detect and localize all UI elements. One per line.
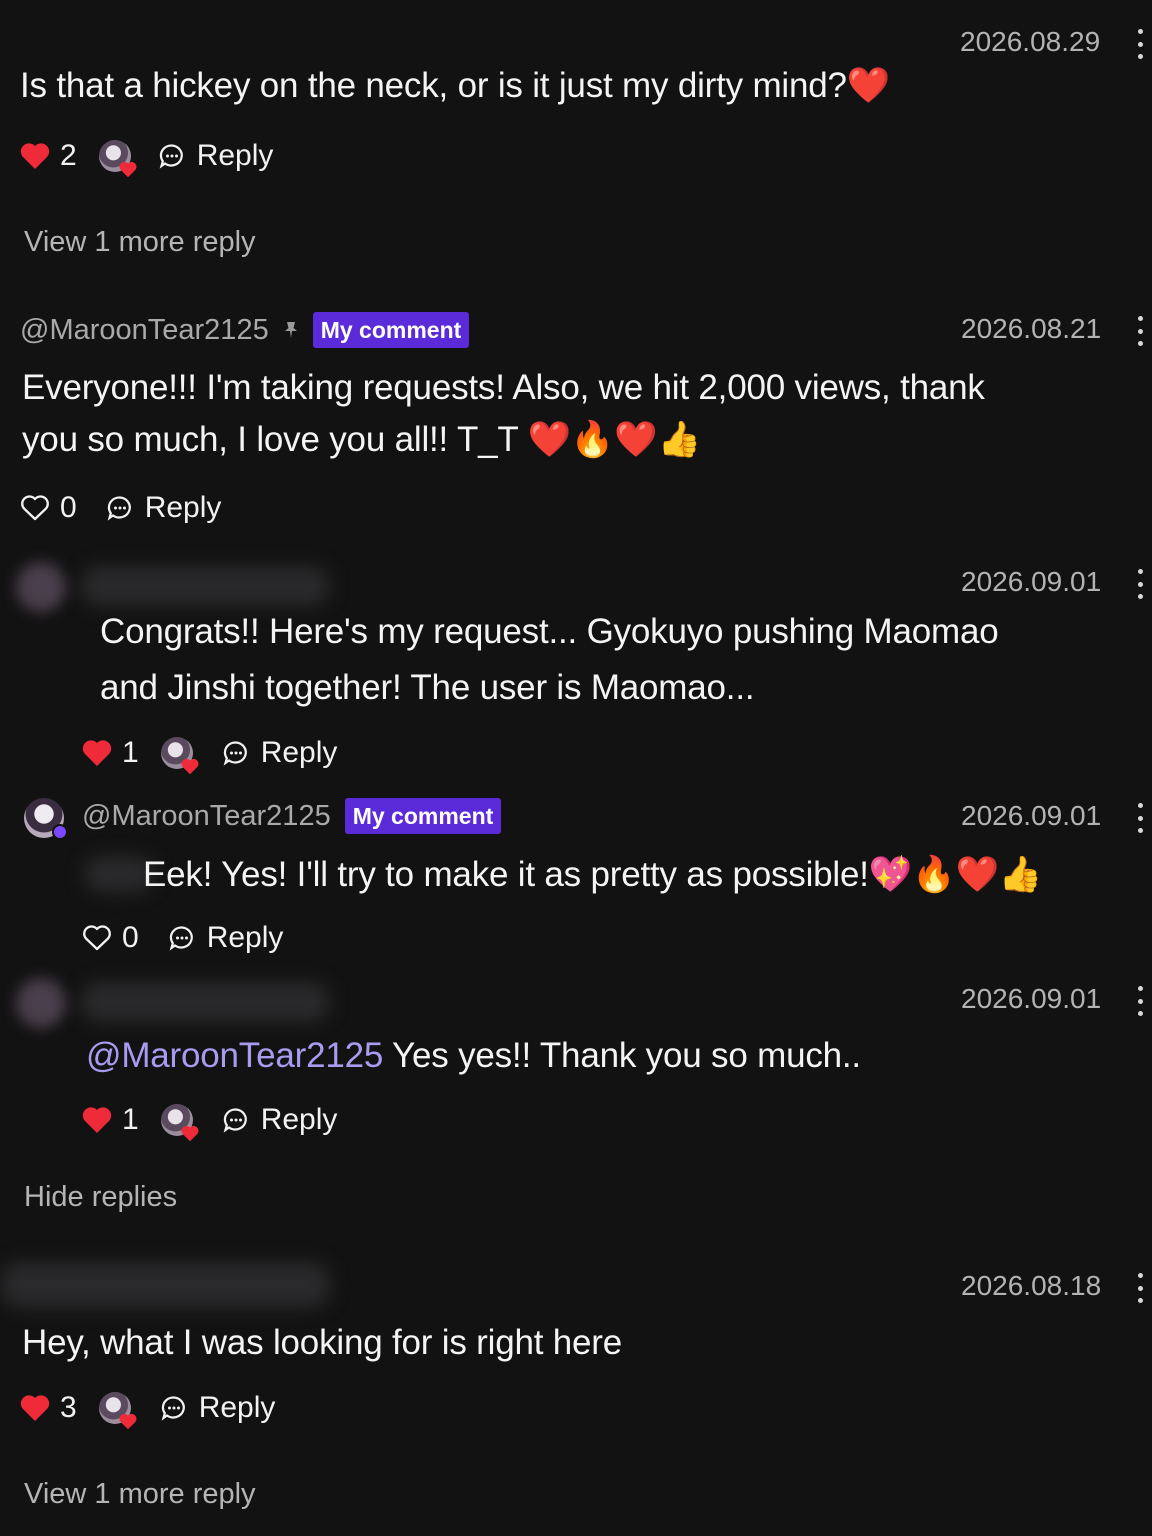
pin-icon: [284, 322, 297, 338]
reply-label: Reply: [260, 1103, 338, 1136]
my-comment-badge: My comment: [344, 798, 502, 834]
like-count: 2: [60, 139, 77, 172]
creator-liked-avatar: [160, 1104, 199, 1142]
view-more-replies-link[interactable]: View 1 more reply: [24, 1478, 256, 1511]
comment-text: Eek! Yes! I'll try to make it as pretty …: [143, 855, 1043, 894]
username-redacted: [80, 566, 330, 606]
creator-liked-avatar: [160, 737, 199, 775]
comment-thread: 2026.08.29 Is that a hickey on the neck,…: [0, 0, 1152, 1536]
heart-filled-icon[interactable]: [82, 1106, 112, 1134]
avatar[interactable]: [16, 562, 66, 612]
comment-date: 2026.09.01: [961, 983, 1102, 1014]
view-more-replies-link[interactable]: View 1 more reply: [24, 226, 256, 259]
reply-label: Reply: [206, 921, 284, 954]
comment-text-line-2: and Jinshi together! The user is Maomao.…: [100, 668, 755, 707]
my-comment-badge: My comment: [312, 312, 470, 348]
more-options-icon[interactable]: [1136, 29, 1144, 59]
heart-filled-icon[interactable]: [20, 1394, 50, 1422]
like-count: 3: [60, 1391, 77, 1424]
comment-body: Yes yes!! Thank you so much..: [383, 1036, 861, 1075]
chat-bubble-icon: [223, 741, 247, 766]
comment-actions: 0 Reply: [82, 918, 283, 958]
heart-filled-icon[interactable]: [20, 142, 50, 170]
like-count: 0: [122, 921, 139, 954]
comment-date: 2026.08.18: [961, 1270, 1102, 1301]
comment-date: 2026.09.01: [961, 566, 1102, 597]
avatar[interactable]: [24, 798, 68, 840]
comment-text: Is that a hickey on the neck, or is it j…: [20, 66, 891, 105]
reply-label: Reply: [260, 736, 338, 769]
mention-link[interactable]: @MaroonTear2125: [86, 1036, 383, 1075]
more-options-icon[interactable]: [1136, 316, 1144, 346]
reply-button[interactable]: Reply: [159, 139, 274, 173]
chat-bubble-icon: [159, 144, 183, 169]
reply-label: Reply: [144, 491, 222, 524]
comment-text: @MaroonTear2125 Yes yes!! Thank you so m…: [86, 1030, 861, 1082]
heart-filled-icon: [181, 1125, 199, 1142]
chat-bubble-icon: [107, 496, 131, 521]
comment-actions: 1 Reply: [82, 733, 338, 775]
avatar[interactable]: [16, 978, 66, 1028]
comment-date: 2026.09.01: [961, 800, 1102, 831]
comment-actions: 1 Reply: [82, 1100, 338, 1142]
username-redacted: [0, 1262, 330, 1308]
comment-header: @MaroonTear2125 My comment: [82, 798, 502, 834]
comment-actions: 2 Reply: [20, 136, 274, 178]
username[interactable]: @MaroonTear2125: [82, 800, 331, 833]
hide-replies-link[interactable]: Hide replies: [24, 1181, 177, 1214]
creator-liked-avatar: [98, 1392, 137, 1430]
like-count: 1: [122, 1103, 139, 1136]
username[interactable]: @MaroonTear2125: [20, 314, 269, 347]
reply-button[interactable]: Reply: [107, 491, 222, 525]
like-count: 0: [60, 491, 77, 524]
heart-filled-icon: [181, 758, 199, 775]
like-count: 1: [122, 736, 139, 769]
comment-text: Hey, what I was looking for is right her…: [22, 1323, 623, 1362]
chat-bubble-icon: [169, 926, 193, 951]
reply-button[interactable]: Reply: [223, 736, 338, 770]
comment-actions: 0 Reply: [20, 488, 221, 528]
heart-outline-icon[interactable]: [20, 494, 50, 522]
comment-date: 2026.08.29: [960, 26, 1101, 57]
heart-filled-icon: [119, 161, 137, 178]
reply-label: Reply: [198, 1391, 276, 1424]
chat-bubble-icon: [161, 1396, 185, 1421]
comment-date: 2026.08.21: [961, 313, 1102, 344]
comment-header: @MaroonTear2125 My comment: [20, 312, 470, 348]
reply-button[interactable]: Reply: [161, 1391, 276, 1425]
comment-text-line-1: Congrats!! Here's my request... Gyokuyo …: [100, 612, 999, 651]
chat-bubble-icon: [223, 1108, 247, 1133]
heart-outline-icon[interactable]: [82, 924, 112, 952]
more-options-icon[interactable]: [1136, 986, 1144, 1016]
comment-text-line-1: Everyone!!! I'm taking requests! Also, w…: [22, 368, 985, 407]
heart-filled-icon: [119, 1413, 137, 1430]
more-options-icon[interactable]: [1136, 1273, 1144, 1303]
heart-filled-icon[interactable]: [82, 739, 112, 767]
creator-liked-avatar: [98, 140, 137, 178]
reply-button[interactable]: Reply: [223, 1103, 338, 1137]
more-options-icon[interactable]: [1136, 803, 1144, 833]
reply-label: Reply: [196, 139, 274, 172]
more-options-icon[interactable]: [1136, 569, 1144, 599]
reply-button[interactable]: Reply: [169, 921, 284, 955]
username-redacted: [80, 982, 330, 1022]
comment-text-line-2: you so much, I love you all!! T_T ❤️🔥❤️👍: [22, 420, 702, 459]
comment-actions: 3 Reply: [20, 1388, 276, 1430]
